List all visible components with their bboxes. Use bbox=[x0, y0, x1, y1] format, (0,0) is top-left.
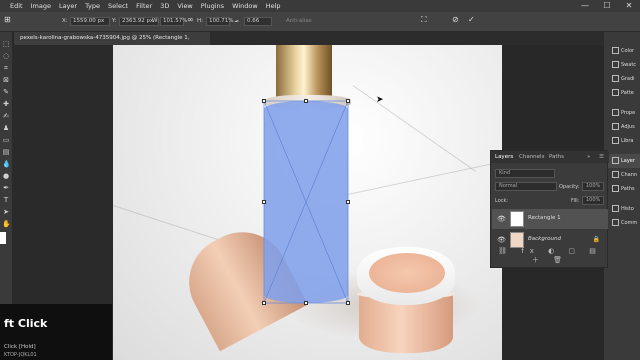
history-icon bbox=[612, 205, 619, 212]
keystroke-main-text: ft Click bbox=[4, 317, 48, 330]
keystroke-sub-text: Click [Hold] bbox=[4, 344, 36, 350]
transform-handle-bottom-right[interactable] bbox=[346, 301, 350, 305]
gradients-icon bbox=[612, 75, 619, 82]
blend-mode-select[interactable]: Normal bbox=[495, 182, 557, 191]
patterns-icon bbox=[612, 89, 619, 96]
keystroke-overlay: ft Click Click [Hold] KTOP-JQKL01 bbox=[0, 304, 112, 360]
fill-field[interactable]: 100% bbox=[582, 196, 604, 205]
adjustments-panel-tab[interactable]: Adjus bbox=[604, 120, 640, 134]
layers-footer-actions[interactable]: ⛓ fx ◐ ▢ ▤ ＋ 🗑 bbox=[491, 247, 609, 265]
gradients-panel-tab[interactable]: Gradi bbox=[604, 72, 640, 86]
layer-name[interactable]: Background bbox=[528, 236, 561, 242]
paths-panel-tab[interactable]: Paths bbox=[604, 182, 640, 196]
swatches-panel-tab[interactable]: Swatc bbox=[604, 58, 640, 72]
layer-name[interactable]: Rectangle 1 bbox=[528, 215, 561, 221]
layers-panel: Layers Channels Paths » ☰ Kind Normal Op… bbox=[490, 150, 609, 268]
adjustments-icon bbox=[612, 123, 619, 130]
libraries-icon bbox=[612, 137, 619, 144]
fill-label: Fill: bbox=[571, 198, 580, 204]
color-panel-tab[interactable]: Color bbox=[604, 44, 640, 58]
color-icon bbox=[612, 47, 619, 54]
tab-paths[interactable]: Paths bbox=[549, 154, 564, 160]
keystroke-footer-text: KTOP-JQKL01 bbox=[4, 352, 37, 358]
history-panel-tab[interactable]: Histo bbox=[604, 202, 640, 216]
tab-layers[interactable]: Layers bbox=[495, 154, 513, 160]
layer-thumbnail bbox=[510, 232, 524, 248]
paths-icon bbox=[612, 185, 619, 192]
visibility-eye-icon[interactable]: 👁 bbox=[497, 236, 506, 244]
comments-icon bbox=[612, 219, 619, 226]
panel-menu-icon[interactable]: ☰ bbox=[599, 154, 604, 160]
layer-thumbnail bbox=[510, 211, 524, 227]
opacity-label: Opacity: bbox=[559, 184, 580, 190]
opacity-field[interactable]: 100% bbox=[582, 182, 604, 191]
channels-icon bbox=[612, 171, 619, 178]
layers-panel-tabs: Layers Channels Paths » ☰ bbox=[491, 151, 609, 163]
transform-handle-top-left[interactable] bbox=[262, 99, 266, 103]
transform-handle-top[interactable] bbox=[304, 99, 308, 103]
tab-channels[interactable]: Channels bbox=[519, 154, 544, 160]
channels-panel-tab[interactable]: Chann bbox=[604, 168, 640, 182]
transform-handle-top-right[interactable] bbox=[346, 99, 350, 103]
photoshop-window: Edit Image Layer Type Select Filter 3D V… bbox=[0, 0, 640, 360]
lock-label: Lock: bbox=[495, 198, 509, 204]
collapse-icon[interactable]: » bbox=[587, 154, 590, 160]
layers-icon bbox=[612, 157, 619, 164]
layers-panel-tab[interactable]: Layer bbox=[604, 154, 640, 168]
visibility-eye-icon[interactable]: 👁 bbox=[497, 215, 506, 223]
lock-icon: 🔒 bbox=[592, 236, 600, 243]
mouse-cursor-icon: ➤ bbox=[376, 95, 384, 105]
properties-panel-tab[interactable]: Prope bbox=[604, 106, 640, 120]
transform-handle-left[interactable] bbox=[262, 200, 266, 204]
patterns-panel-tab[interactable]: Patte bbox=[604, 86, 640, 100]
swatches-icon bbox=[612, 61, 619, 68]
transform-handle-bottom[interactable] bbox=[304, 301, 308, 305]
layer-filter-kind[interactable]: Kind bbox=[495, 169, 555, 178]
libraries-panel-tab[interactable]: Libra bbox=[604, 134, 640, 148]
comments-panel-tab[interactable]: Comm bbox=[604, 216, 640, 230]
transform-handle-bottom-left[interactable] bbox=[262, 301, 266, 305]
layer-row-rectangle[interactable]: 👁 Rectangle 1 bbox=[492, 209, 608, 229]
transform-handle-right[interactable] bbox=[346, 200, 350, 204]
properties-icon bbox=[612, 109, 619, 116]
